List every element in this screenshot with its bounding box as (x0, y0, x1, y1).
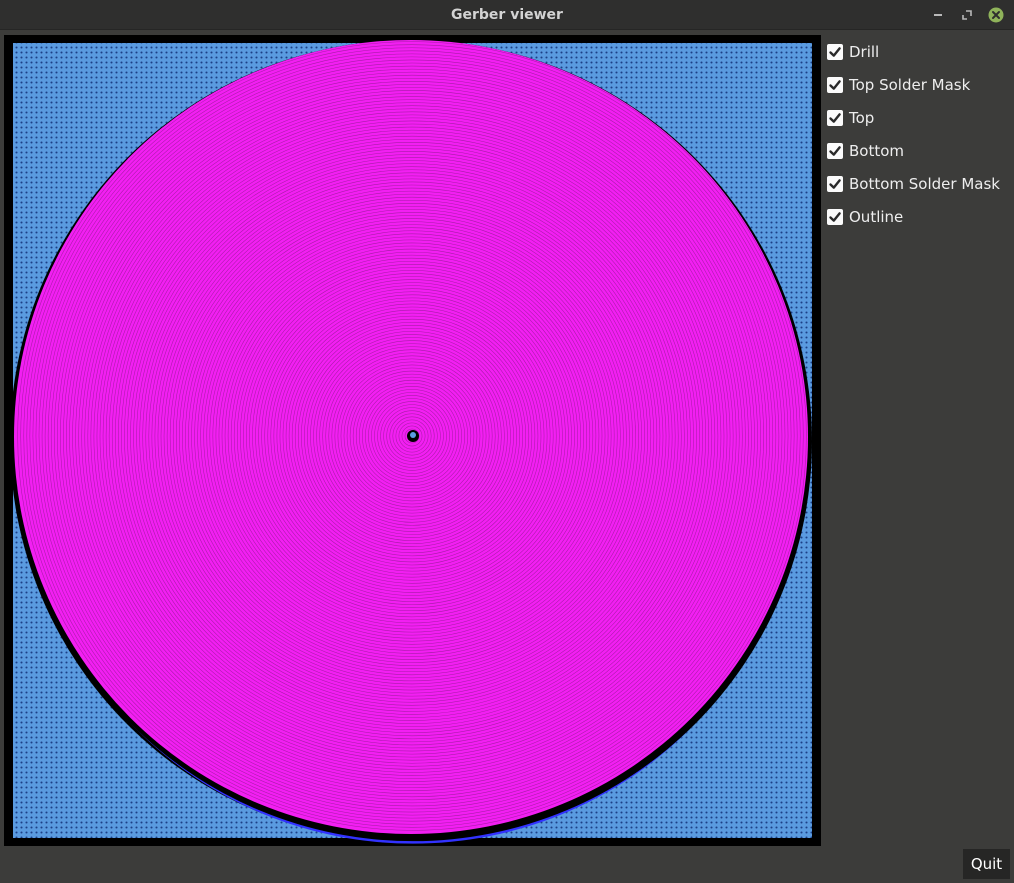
layer-checkbox[interactable] (827, 43, 843, 60)
close-icon (988, 7, 1004, 23)
checkmark-icon (829, 46, 841, 57)
checkmark-icon (829, 145, 841, 156)
window-titlebar[interactable]: Gerber viewer (0, 0, 1014, 30)
layer-toggle-outline[interactable]: Outline (827, 200, 1014, 233)
center-drill (410, 432, 416, 438)
minimize-button[interactable] (929, 6, 947, 24)
minimize-icon (934, 14, 942, 16)
gerber-render (4, 35, 821, 846)
layer-checkbox[interactable] (827, 76, 843, 93)
layer-toggle-list: Drill Top Solder Mask Top Bottom Bottom Sold… (827, 35, 1014, 233)
checkmark-icon (829, 79, 841, 90)
layer-label: Drill (849, 42, 880, 61)
layer-toggle-bottom[interactable]: Bottom (827, 134, 1014, 167)
layer-checkbox[interactable] (827, 109, 843, 126)
layer-checkbox[interactable] (827, 175, 843, 192)
checkmark-icon (829, 211, 841, 222)
checkmark-icon (829, 178, 841, 189)
layer-label: Top Solder Mask (849, 75, 971, 94)
layer-checkbox[interactable] (827, 208, 843, 225)
layer-toggle-drill[interactable]: Drill (827, 35, 1014, 68)
layer-toggle-bottom-solder-mask[interactable]: Bottom Solder Mask (827, 167, 1014, 200)
layer-checkbox[interactable] (827, 142, 843, 159)
layer-toggle-top-solder-mask[interactable]: Top Solder Mask (827, 68, 1014, 101)
maximize-button[interactable] (958, 6, 976, 24)
layer-label: Bottom (849, 141, 905, 160)
layer-label: Outline (849, 207, 904, 226)
layer-label: Bottom Solder Mask (849, 174, 1000, 193)
gerber-canvas[interactable] (4, 35, 821, 846)
checkmark-icon (829, 112, 841, 123)
layer-toggle-top[interactable]: Top (827, 101, 1014, 134)
maximize-icon (962, 10, 972, 20)
quit-button[interactable]: Quit (963, 849, 1010, 879)
layer-label: Top (849, 108, 875, 127)
window-title: Gerber viewer (451, 7, 563, 23)
close-button[interactable] (987, 6, 1005, 24)
window-body: Drill Top Solder Mask Top Bottom Bottom Sold… (0, 30, 1014, 883)
